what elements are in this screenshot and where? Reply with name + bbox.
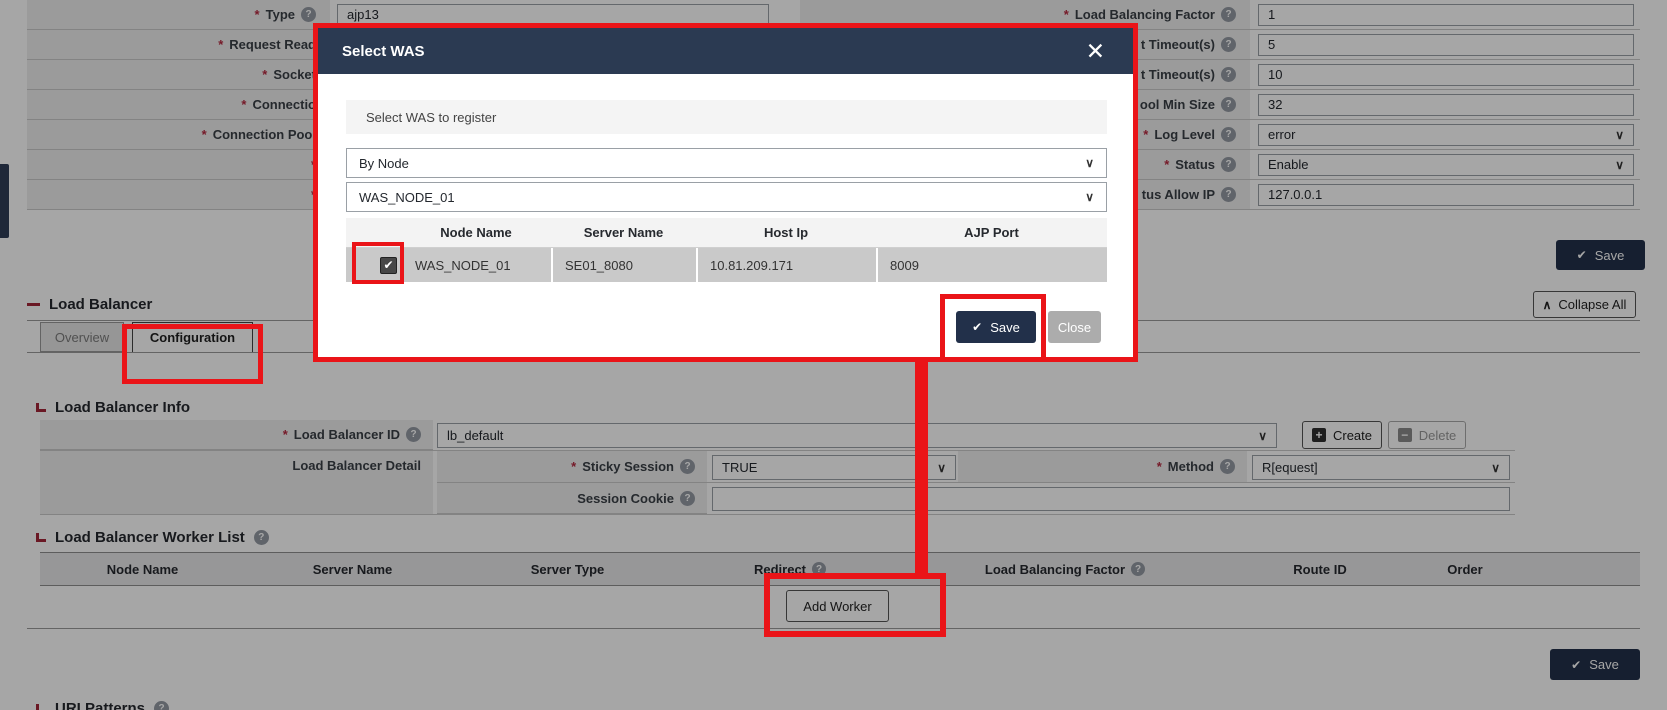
col-host-ip: Host Ip	[764, 225, 808, 240]
node-select-value: WAS_NODE_01	[359, 190, 455, 205]
annotation-box-add-worker	[764, 573, 946, 637]
page: * Type ? ajp13 * Request Read * Socket *…	[0, 0, 1667, 710]
modal-info-text: Select WAS to register	[366, 110, 496, 125]
was-table-header: Node Name Server Name Host Ip AJP Port	[346, 218, 1107, 248]
was-table-row[interactable]: ✔ WAS_NODE_01 SE01_8080 10.81.209.171 80…	[346, 248, 1107, 282]
annotation-connector-line	[915, 356, 928, 578]
modal-close-button[interactable]: Close	[1048, 311, 1101, 343]
annotation-box-checkbox	[352, 242, 404, 284]
was-table: Node Name Server Name Host Ip AJP Port ✔…	[346, 218, 1107, 282]
node-select[interactable]: WAS_NODE_01 ∨	[346, 182, 1107, 212]
chevron-down-icon: ∨	[1085, 190, 1094, 204]
col-ajp-port: AJP Port	[964, 225, 1019, 240]
modal-header: Select WAS ✕	[318, 28, 1133, 74]
scope-select[interactable]: By Node ∨	[346, 148, 1107, 178]
scope-select-value: By Node	[359, 156, 409, 171]
chevron-down-icon: ∨	[1085, 156, 1094, 170]
annotation-box-configuration-tab	[122, 324, 263, 384]
col-server-name: Server Name	[584, 225, 664, 240]
cell-server-name: SE01_8080	[565, 258, 633, 273]
modal-info-bar: Select WAS to register	[346, 100, 1107, 134]
close-icon[interactable]: ✕	[1086, 40, 1105, 63]
cell-node-name: WAS_NODE_01	[415, 258, 511, 273]
col-node-name: Node Name	[440, 225, 512, 240]
cell-host-ip: 10.81.209.171	[710, 258, 793, 273]
cell-ajp-port: 8009	[890, 258, 919, 273]
annotation-box-modal-save	[940, 294, 1046, 362]
modal-close-label: Close	[1058, 320, 1091, 335]
modal-title: Select WAS	[342, 43, 425, 60]
